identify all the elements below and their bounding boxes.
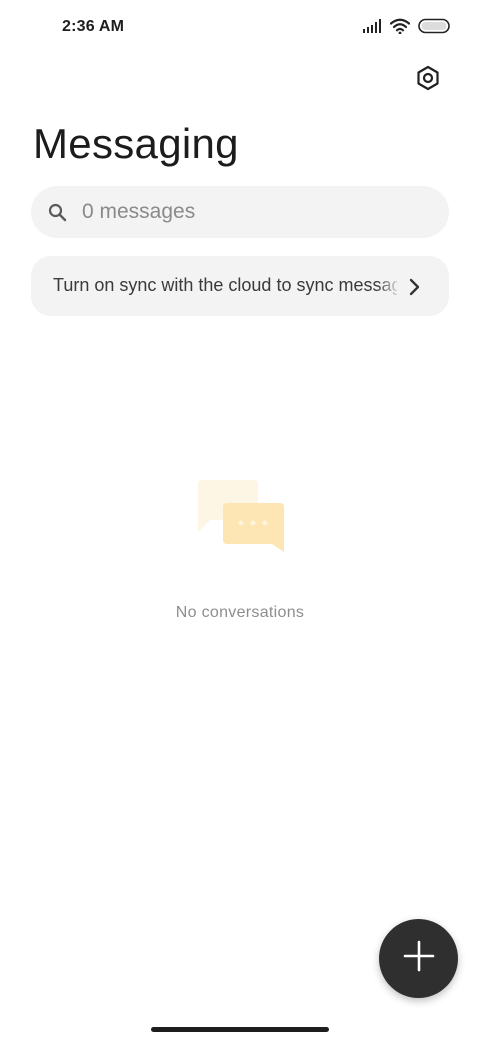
sync-banner-text: Turn on sync with the cloud to sync mess… (53, 275, 397, 295)
settings-button[interactable] (412, 64, 444, 96)
search-placeholder: 0 messages (82, 200, 196, 223)
sync-text-fade (377, 266, 401, 306)
signal-icon (362, 18, 382, 38)
battery-icon (418, 18, 450, 39)
plus-icon (403, 940, 435, 977)
new-message-button[interactable] (379, 919, 458, 998)
chat-bubbles-icon (192, 476, 288, 560)
search-icon (47, 202, 67, 222)
status-time: 2:36 AM (62, 18, 125, 35)
messaging-screen: 2:36 AM Messaging 0 messages Turn on syn… (0, 0, 480, 1040)
status-icons (362, 18, 450, 38)
home-indicator[interactable] (151, 1027, 329, 1032)
empty-state-text: No conversations (175, 604, 305, 621)
settings-icon (415, 65, 441, 96)
sync-banner[interactable]: Turn on sync with the cloud to sync mess… (31, 256, 449, 316)
wifi-icon (389, 18, 411, 39)
chevron-right-icon (408, 278, 422, 301)
search-bar[interactable]: 0 messages (31, 186, 449, 238)
page-title: Messaging (33, 120, 239, 167)
status-bar: 2:36 AM (0, 0, 480, 56)
